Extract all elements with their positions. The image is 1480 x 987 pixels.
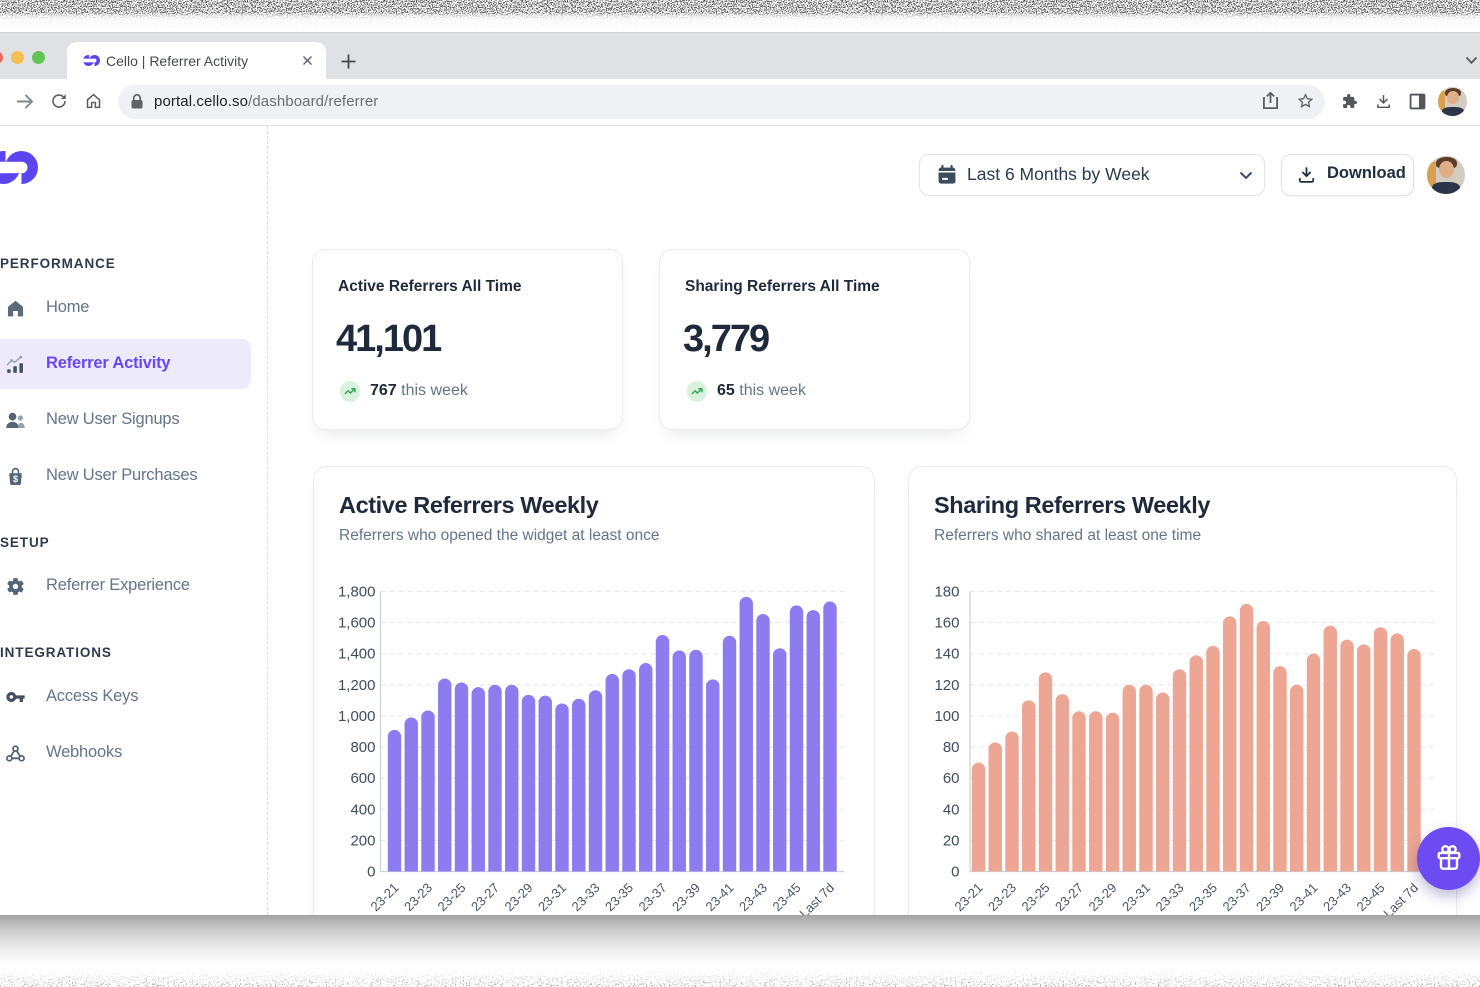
svg-text:23-25: 23-25 [1019, 880, 1053, 914]
svg-text:23-29: 23-29 [502, 880, 536, 914]
svg-text:23-43: 23-43 [736, 880, 770, 914]
svg-text:23-25: 23-25 [435, 880, 469, 914]
svg-text:180: 180 [934, 583, 959, 600]
svg-text:23-37: 23-37 [1220, 880, 1254, 914]
svg-text:40: 40 [943, 801, 960, 818]
svg-text:20: 20 [943, 832, 960, 849]
svg-text:23-27: 23-27 [1052, 880, 1086, 914]
svg-text:23-39: 23-39 [669, 880, 703, 914]
svg-text:23-23: 23-23 [401, 880, 435, 914]
svg-text:23-43: 23-43 [1320, 880, 1354, 914]
svg-text:$: $ [13, 474, 18, 484]
svg-text:23-23: 23-23 [985, 880, 1019, 914]
svg-text:0: 0 [951, 864, 959, 881]
svg-text:23-33: 23-33 [569, 880, 603, 914]
svg-text:80: 80 [943, 739, 960, 756]
svg-text:23-35: 23-35 [1186, 880, 1220, 914]
svg-text:1,000: 1,000 [338, 708, 376, 725]
svg-text:140: 140 [934, 646, 959, 663]
svg-text:60: 60 [943, 770, 960, 787]
svg-text:23-39: 23-39 [1253, 880, 1287, 914]
svg-text:1,200: 1,200 [338, 677, 376, 694]
svg-text:0: 0 [367, 864, 375, 881]
svg-text:23-29: 23-29 [1086, 880, 1120, 914]
svg-text:100: 100 [934, 708, 959, 725]
svg-text:23-31: 23-31 [535, 880, 569, 914]
svg-text:800: 800 [350, 739, 375, 756]
svg-text:400: 400 [350, 801, 375, 818]
svg-text:120: 120 [934, 677, 959, 694]
svg-text:23-21: 23-21 [368, 880, 402, 914]
svg-text:23-27: 23-27 [468, 880, 502, 914]
svg-text:1,800: 1,800 [338, 583, 376, 600]
svg-text:23-21: 23-21 [952, 880, 986, 914]
svg-text:23-37: 23-37 [636, 880, 670, 914]
svg-text:23-41: 23-41 [703, 880, 737, 914]
svg-text:600: 600 [350, 770, 375, 787]
svg-text:1,400: 1,400 [338, 646, 376, 663]
svg-text:23-31: 23-31 [1119, 880, 1153, 914]
svg-text:1,600: 1,600 [338, 615, 376, 632]
svg-text:160: 160 [934, 615, 959, 632]
svg-text:23-41: 23-41 [1287, 880, 1321, 914]
svg-text:200: 200 [350, 832, 375, 849]
svg-text:23-33: 23-33 [1153, 880, 1187, 914]
svg-text:23-35: 23-35 [602, 880, 636, 914]
